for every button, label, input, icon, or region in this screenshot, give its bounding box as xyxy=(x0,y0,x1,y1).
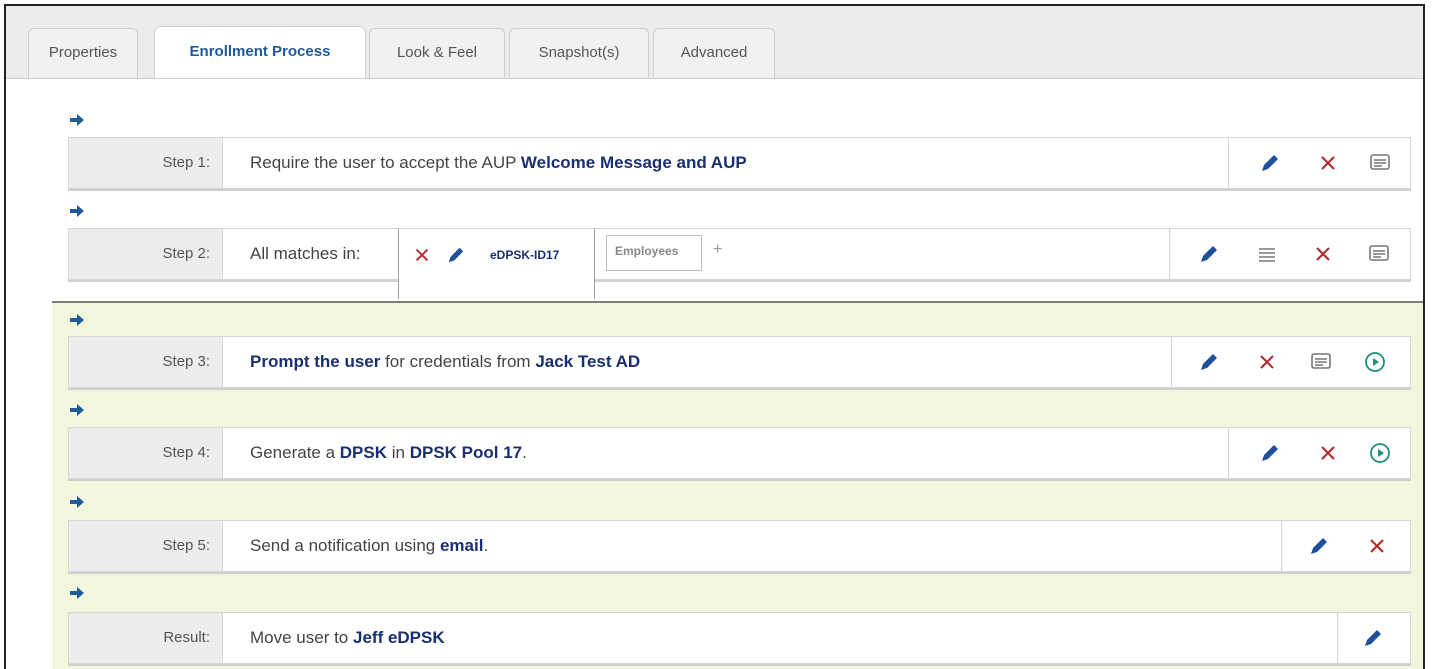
step-actions xyxy=(1228,138,1410,188)
delete-icon[interactable] xyxy=(1317,152,1339,174)
step-actions xyxy=(1337,613,1410,663)
step-actions xyxy=(1169,229,1410,279)
play-icon[interactable] xyxy=(1369,442,1391,464)
result-label: Result: xyxy=(69,613,223,663)
step-description: Send a notification using email. xyxy=(250,536,489,555)
step-actions xyxy=(1171,337,1410,387)
play-icon[interactable] xyxy=(1364,351,1386,373)
step-label: Step 1: xyxy=(69,138,223,188)
edit-icon[interactable] xyxy=(1362,627,1384,649)
tab-snapshots[interactable]: Snapshot(s) xyxy=(509,28,649,78)
message-icon[interactable] xyxy=(1368,243,1390,265)
edit-icon[interactable] xyxy=(1308,535,1330,557)
reorder-icon[interactable] xyxy=(1256,243,1278,265)
step-row-3: Step 3: Prompt the user for credentials … xyxy=(68,336,1411,388)
step-link[interactable]: DPSK Pool 17 xyxy=(410,443,522,462)
step-link[interactable]: Jack Test AD xyxy=(535,352,640,371)
delete-icon[interactable] xyxy=(1256,351,1278,373)
message-icon[interactable] xyxy=(1310,351,1332,373)
step-label: Step 5: xyxy=(69,521,223,571)
step-label: Step 3: xyxy=(69,337,223,387)
tab-enrollment-process[interactable]: Enrollment Process xyxy=(154,26,366,78)
step-link[interactable]: DPSK xyxy=(340,443,387,462)
step-label: Step 4: xyxy=(69,428,223,478)
step-prefix: All matches in: xyxy=(250,244,361,263)
branch-chip-employees[interactable]: Employees xyxy=(606,235,702,271)
step-link[interactable]: email xyxy=(440,536,483,555)
step-link[interactable]: Jeff eDPSK xyxy=(353,628,445,647)
enrollment-window: Properties Enrollment Process Look & Fee… xyxy=(4,4,1425,669)
insert-step-arrow-icon[interactable] xyxy=(70,314,84,326)
step-row-2: Step 2: All matches in: eDPSK-ID17 Emplo… xyxy=(68,228,1411,299)
edit-icon[interactable] xyxy=(1198,351,1220,373)
delete-icon[interactable] xyxy=(1366,535,1388,557)
tab-advanced[interactable]: Advanced xyxy=(653,28,775,78)
step-label: Step 2: xyxy=(69,229,223,279)
edit-icon[interactable] xyxy=(1259,152,1281,174)
edit-branch-icon[interactable] xyxy=(446,245,468,267)
tab-bar: Properties Enrollment Process Look & Fee… xyxy=(6,6,1423,79)
message-icon[interactable] xyxy=(1369,152,1391,174)
delete-icon[interactable] xyxy=(1317,442,1339,464)
insert-step-arrow-icon[interactable] xyxy=(70,114,84,126)
result-description: Move user to Jeff eDPSK xyxy=(250,628,445,647)
edit-icon[interactable] xyxy=(1259,442,1281,464)
delete-icon[interactable] xyxy=(1312,243,1334,265)
insert-step-arrow-icon[interactable] xyxy=(70,404,84,416)
result-row: Result: Move user to Jeff eDPSK xyxy=(68,612,1411,664)
step-description: Require the user to accept the AUP Welco… xyxy=(250,153,747,172)
delete-branch-icon[interactable] xyxy=(412,245,434,267)
insert-step-arrow-icon[interactable] xyxy=(70,205,84,217)
insert-step-arrow-icon[interactable] xyxy=(70,496,84,508)
tab-look-and-feel[interactable]: Look & Feel xyxy=(369,28,505,78)
insert-step-arrow-icon[interactable] xyxy=(70,587,84,599)
edit-icon[interactable] xyxy=(1198,243,1220,265)
add-branch-button[interactable]: + xyxy=(713,241,722,259)
step-link[interactable]: Welcome Message and AUP xyxy=(521,153,747,172)
tab-properties[interactable]: Properties xyxy=(28,28,138,78)
step-row-4: Step 4: Generate a DPSK in DPSK Pool 17. xyxy=(68,427,1411,479)
branch-tab-label[interactable]: eDPSK-ID17 xyxy=(490,229,559,281)
step-description: Prompt the user for credentials from Jac… xyxy=(250,352,641,371)
step-row-1: Step 1: Require the user to accept the A… xyxy=(68,137,1411,189)
step-actions xyxy=(1228,428,1410,478)
step-link[interactable]: Prompt the user xyxy=(250,352,380,371)
step-actions xyxy=(1281,521,1410,571)
step-row-5: Step 5: Send a notification using email. xyxy=(68,520,1411,572)
step-description: Generate a DPSK in DPSK Pool 17. xyxy=(250,443,527,462)
